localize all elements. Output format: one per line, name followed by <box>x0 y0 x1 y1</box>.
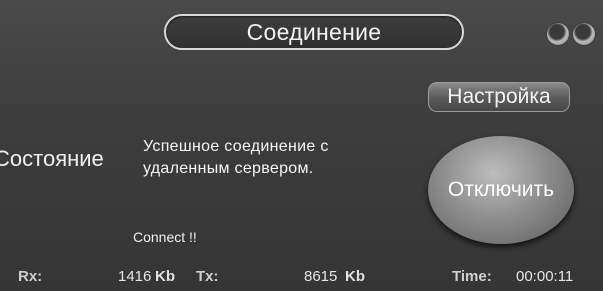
minimize-icon[interactable] <box>547 23 569 45</box>
rx-label: Rx: <box>18 268 43 285</box>
connection-panel: Соединение Настройка Состояние Успешное … <box>0 0 603 291</box>
tx-value: 8615 <box>304 268 338 285</box>
status-message: Успешное соединение с удаленным сервером… <box>143 138 329 177</box>
connect-status-text: Connect !! <box>133 229 197 245</box>
window-title-text: Соединение <box>246 18 382 45</box>
rx-unit: Kb <box>155 268 175 285</box>
time-value: 00:00:11 <box>516 268 574 285</box>
close-icon[interactable] <box>573 23 595 45</box>
disconnect-button-label: Отключить <box>447 178 555 201</box>
rx-value: 1416 <box>118 268 152 285</box>
status-label: Состояние <box>0 146 104 171</box>
tx-unit: Kb <box>345 268 365 285</box>
disconnect-button[interactable]: Отключить <box>428 136 574 244</box>
stats-bar: Rx: 1416 Kb Tx: 8615 Kb Time: 00:00:11 <box>0 262 603 291</box>
time-label: Time: <box>452 268 492 285</box>
window-title: Соединение <box>164 14 464 50</box>
settings-button-label: Настройка <box>447 85 551 108</box>
settings-button[interactable]: Настройка <box>428 82 570 112</box>
tx-label: Tx: <box>196 268 219 285</box>
